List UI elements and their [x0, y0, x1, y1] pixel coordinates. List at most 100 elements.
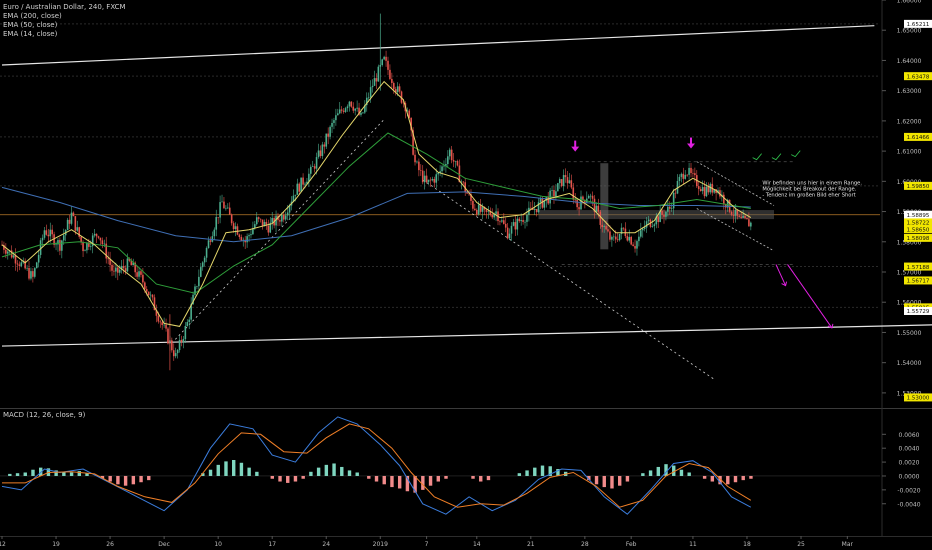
macd-hist-bar — [23, 472, 27, 476]
macd-hist-bar — [486, 475, 491, 481]
candle-body — [668, 206, 671, 209]
candle-body — [653, 224, 656, 227]
macd-hist-bar — [602, 475, 606, 488]
candle-body — [385, 56, 387, 61]
macd-hist-bar — [533, 467, 537, 476]
candle-body — [99, 237, 102, 241]
candle-body — [103, 243, 106, 245]
macd-hist-bar — [679, 469, 684, 476]
candle-body — [647, 219, 650, 222]
candle-body — [223, 201, 225, 209]
macd-hist-bar — [436, 475, 440, 482]
price-tick-label: 1.65000 — [897, 28, 922, 35]
candle-body — [512, 222, 515, 226]
candle-body — [350, 101, 353, 107]
candle-body — [539, 198, 542, 203]
macd-hist-bar — [641, 473, 645, 476]
candle-body — [176, 350, 179, 354]
candle-body — [362, 112, 364, 114]
candle-body — [551, 189, 553, 191]
macd-hist-bar — [648, 470, 653, 476]
price-tag-label: 1.61466 — [907, 135, 930, 141]
candle-body — [20, 262, 23, 266]
candle-body — [82, 242, 84, 252]
candle-body — [180, 339, 183, 342]
candle-body — [240, 237, 243, 241]
candle-body — [140, 271, 142, 275]
macd-hist-bar — [232, 460, 236, 476]
legend-ema50: EMA (50, close) — [3, 21, 58, 29]
candle-body — [622, 227, 625, 229]
candle-body — [560, 179, 563, 187]
candle-body — [418, 161, 420, 171]
macd-line — [1, 416, 752, 515]
candle-body — [699, 189, 702, 192]
candle-body — [159, 321, 162, 323]
macd-hist-bar — [471, 475, 475, 479]
candle-body — [705, 186, 708, 197]
candle-body — [472, 200, 474, 209]
candle-body — [564, 175, 567, 178]
down-marker-head — [687, 143, 696, 149]
macd-hist-bar — [301, 475, 305, 479]
candle-body — [68, 219, 71, 224]
candle-body — [454, 161, 457, 162]
macd-hist-bar — [131, 475, 136, 485]
candle-body — [437, 172, 439, 175]
candle-body — [217, 217, 219, 218]
candle-body — [475, 209, 478, 215]
candle-body — [576, 199, 578, 208]
candle-body — [643, 227, 646, 229]
macd-legend: MACD (12, 26, close, 9) — [3, 411, 86, 419]
candle-body — [736, 209, 739, 216]
candle-body — [284, 215, 287, 220]
candle-body — [203, 257, 206, 263]
candle-body — [387, 60, 389, 70]
candle-body — [638, 236, 640, 242]
candle-body — [311, 166, 314, 167]
candle-body — [636, 241, 638, 249]
candle-body — [117, 267, 119, 273]
candle-body — [325, 133, 328, 147]
macd-hist-bar — [255, 471, 259, 476]
macd-hist-bar — [147, 475, 151, 481]
candle-body — [433, 178, 436, 183]
macd-hist-bar — [374, 475, 379, 482]
macd-hist-bar — [347, 470, 352, 476]
candle-body — [304, 183, 306, 185]
candle-body — [250, 234, 252, 236]
candle-body — [369, 87, 372, 98]
candle-body — [383, 56, 385, 60]
candle-body — [238, 234, 241, 238]
candle-body — [234, 226, 237, 230]
candle-body — [742, 215, 744, 218]
candle-body — [518, 218, 521, 222]
macd-hist-bar — [15, 473, 20, 476]
candle-body — [645, 221, 648, 228]
time-tick-label: Dec — [158, 541, 170, 548]
macd-hist-bar — [540, 465, 545, 476]
time-tick-label: 10 — [214, 541, 222, 548]
time-tick-label: 11 — [689, 541, 697, 548]
candle-body — [667, 206, 669, 212]
candle-body — [682, 173, 685, 179]
candle-body — [506, 227, 509, 239]
candle-body — [279, 220, 281, 222]
candle-body — [570, 180, 573, 188]
candle-body — [97, 236, 100, 238]
candle-body — [61, 240, 63, 251]
candle-body — [607, 229, 609, 232]
macd-hist-bar — [625, 475, 630, 482]
candle-body — [572, 187, 575, 200]
candle-body — [207, 240, 210, 248]
candle-body — [533, 209, 536, 210]
candle-body — [12, 255, 15, 258]
candle-body — [501, 220, 503, 222]
time-tick-label: 2019 — [373, 541, 388, 548]
price-panel[interactable]: 1.530001.540001.550001.560001.570001.580… — [0, 0, 932, 550]
candle-body — [354, 108, 356, 111]
candle-body — [703, 187, 706, 197]
candle-body — [257, 217, 260, 219]
candle-body — [147, 291, 150, 296]
candle-body — [389, 69, 391, 79]
